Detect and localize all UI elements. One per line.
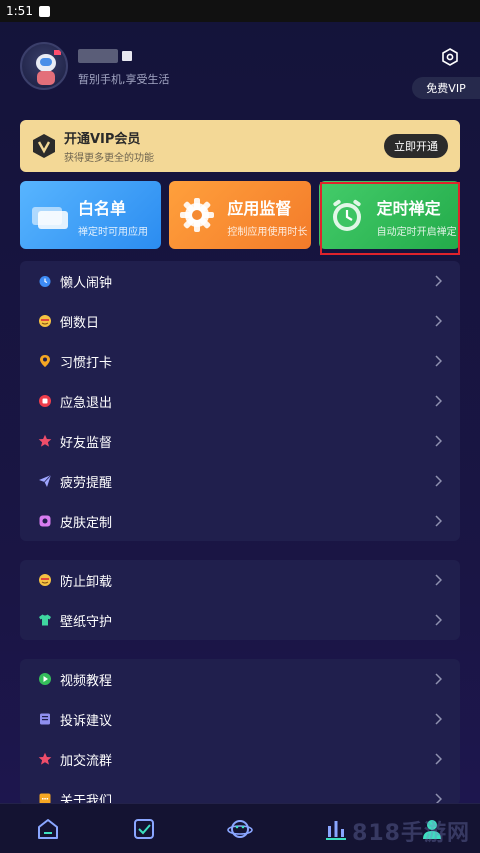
chevron-right-icon [435,315,442,327]
status-time: 1:51 [6,4,33,18]
menu-group-protection: 防止卸载 壁纸守护 [20,560,460,640]
checkbox-icon[interactable] [131,816,157,842]
countdown-icon [39,315,51,327]
status-bar: 1:51 [0,0,480,22]
menu-item-countdown[interactable]: 倒数日 [20,301,460,341]
vip-subtitle: 获得更多更全的功能 [64,153,154,164]
skin-icon [39,515,51,527]
star-icon [38,434,52,447]
menu-label: 加交流群 [60,753,113,769]
alarm-clock-icon [332,199,361,231]
chevron-right-icon [435,574,442,586]
whitelist-card[interactable]: 白名单 禅定时可用应用 [20,181,162,249]
menu-label: 习惯打卡 [60,355,113,371]
avatar[interactable] [20,42,68,90]
app-supervision-card[interactable]: 应用监督 控制应用使用时长 [169,181,311,249]
location-pin-icon [40,355,50,367]
app-supervision-title: 应用监督 [227,199,292,218]
stop-circle-icon [39,395,51,407]
menu-item-skin-custom[interactable]: 皮肤定制 [20,501,460,541]
alarm-clock-icon [39,276,51,287]
chevron-right-icon [435,275,442,287]
menu-item-prevent-uninstall[interactable]: 防止卸载 [20,560,460,600]
menu-item-lazy-alarm[interactable]: 懒人闹钟 [20,261,460,301]
menu-group-tools: 懒人闹钟 倒数日 习惯打卡 应急退出 好友监督 疲劳提醒 皮肤定制 [20,261,460,541]
planet-icon[interactable] [227,816,253,842]
menu-item-emergency-exit[interactable]: 应急退出 [20,381,460,421]
chevron-right-icon [435,515,442,527]
menu-label: 壁纸守护 [60,614,113,630]
chevron-right-icon [435,673,442,685]
menu-item-feedback[interactable]: 投诉建议 [20,699,460,739]
watermark: 818手游网 [352,821,470,846]
menu-item-about-us[interactable]: 关于我们 [20,779,460,805]
notification-icon [38,5,50,17]
smile-icon [39,574,51,586]
menu-label: 视频教程 [60,673,113,689]
username-redacted [78,48,118,63]
menu-item-wallpaper-guard[interactable]: 壁纸守护 [20,600,460,640]
open-vip-button[interactable]: 立即开通 [384,134,448,158]
menu-label: 好友监督 [60,435,113,451]
gear-icon [180,198,215,232]
menu-item-habit-checkin[interactable]: 习惯打卡 [20,341,460,381]
whitelist-title: 白名单 [78,199,127,218]
timed-meditation-subtitle: 自动定时开启禅定 [376,227,457,238]
menu-item-join-group[interactable]: 加交流群 [20,739,460,779]
document-icon [40,713,50,725]
chevron-right-icon [435,435,442,447]
menu-group-about: 视频教程 投诉建议 加交流群 关于我们 [20,659,460,805]
chevron-right-icon [435,395,442,407]
menu-label: 疲劳提醒 [60,475,113,491]
chevron-right-icon [435,753,442,765]
whitelist-subtitle: 禅定时可用应用 [78,227,148,238]
vip-badge-icon [33,134,55,158]
chevron-right-icon [435,713,442,725]
timed-meditation-title: 定时禅定 [376,199,441,218]
username-suffix [122,50,132,61]
app-supervision-subtitle: 控制应用使用时长 [227,227,308,238]
vip-card[interactable]: 开通VIP会员 获得更多更全的功能 立即开通 [20,120,460,172]
menu-label: 投诉建议 [60,713,113,729]
shirt-icon [39,614,51,626]
menu-label: 皮肤定制 [60,515,113,531]
menu-label: 应急退出 [60,395,113,411]
menu-label: 防止卸载 [60,574,113,590]
username [78,46,170,66]
menu-item-video-tutorial[interactable]: 视频教程 [20,659,460,699]
timed-meditation-card[interactable]: 定时禅定 自动定时开启禅定 [318,181,460,249]
play-icon [39,673,51,685]
stats-icon[interactable] [323,816,349,842]
chevron-right-icon [435,355,442,367]
star-icon [38,752,52,765]
paper-plane-icon [39,474,52,487]
menu-item-fatigue-reminder[interactable]: 疲劳提醒 [20,461,460,501]
chevron-right-icon [435,475,442,487]
free-vip-button[interactable]: 免费VIP [412,77,480,99]
menu-item-friend-supervision[interactable]: 好友监督 [20,421,460,461]
settings-icon[interactable] [440,47,460,67]
whitelist-icon [32,207,68,229]
menu-label: 懒人闹钟 [60,275,113,291]
feature-row: 白名单 禅定时可用应用 应用监督 控制应用使用时长 定时禅定 自动定时开启禅定 [20,181,460,249]
user-profile[interactable]: 暂别手机,享受生活 [20,42,170,90]
vip-title: 开通VIP会员 [64,132,141,147]
chevron-right-icon [435,614,442,626]
profile-slogan: 暂别手机,享受生活 [78,72,170,86]
menu-label: 倒数日 [60,315,100,331]
home-icon[interactable] [35,816,61,842]
